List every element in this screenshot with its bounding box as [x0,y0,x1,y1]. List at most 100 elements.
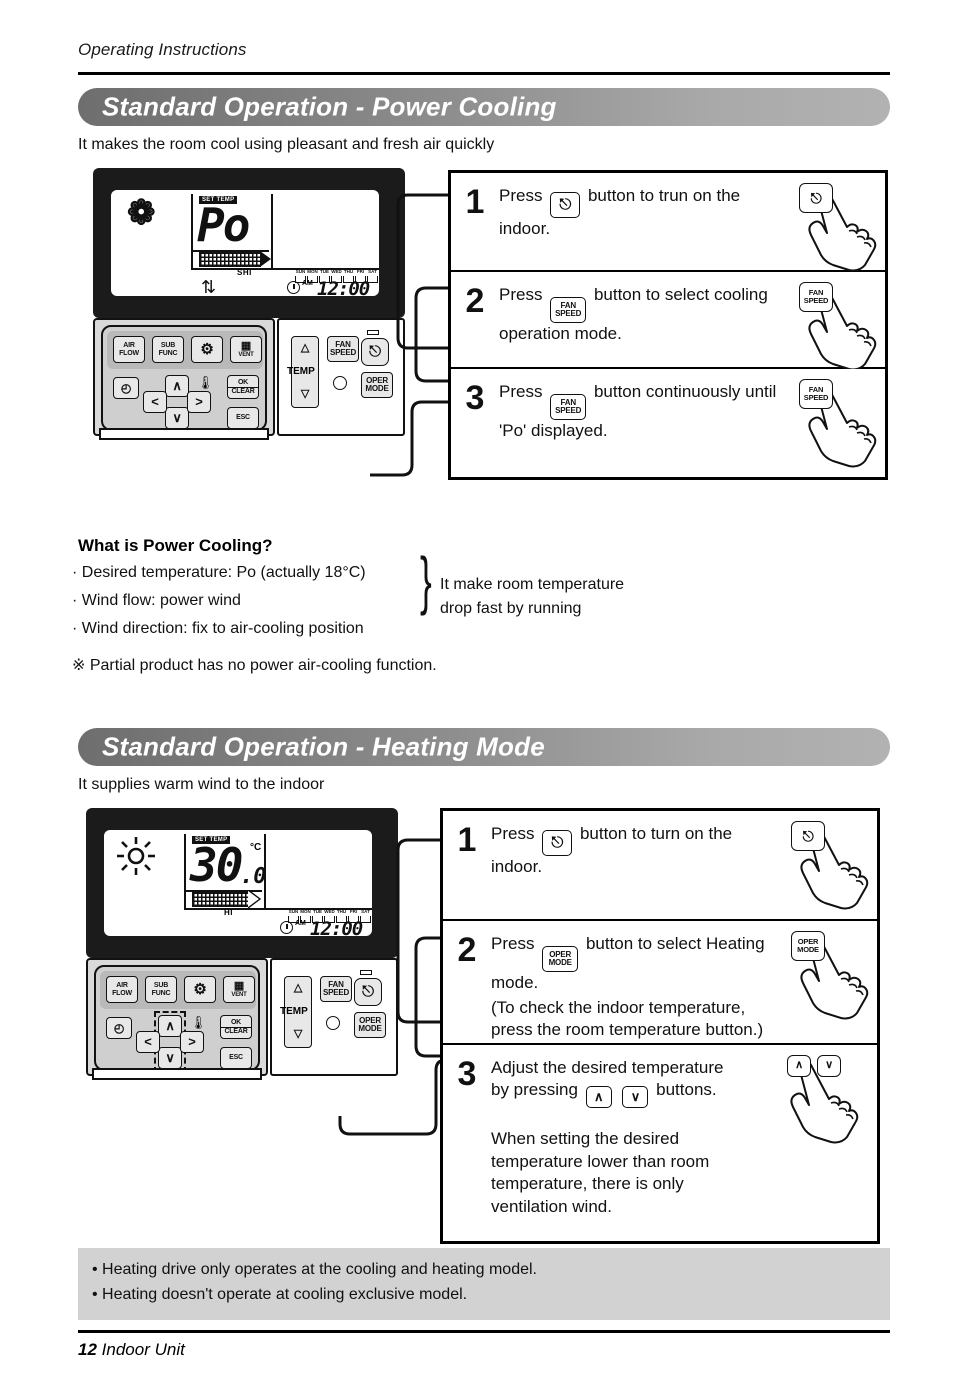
header-rule [78,72,890,75]
fan-speed-icon-button[interactable]: FAN SPEED [550,394,587,421]
sub-func-label-1: SUB [160,342,176,350]
temp-up-arrow[interactable]: △ [294,982,302,995]
ok-clear-button[interactable]: OK CLEAR [227,375,259,399]
keypad-left-inner: AIR FLOW SUB FUNC ⚙ ▦ VENT ◴ ∧ ∨ < > 🌡 O… [101,325,267,431]
brace-text-line-1: It make room temperature [440,576,625,593]
sun-icon [117,837,155,875]
air-flow-label-2: FLOW [119,349,139,357]
what-is-footnote: ※ Partial product has no power air-cooli… [72,657,437,674]
temp-down-arrow[interactable]: ▽ [294,1029,302,1041]
target-fan-speed-button[interactable]: FAN SPEED [799,379,833,409]
up-arrow-button[interactable]: ∧ [158,1015,182,1037]
step-hand-illustration: ⎋ [785,811,877,919]
target-oper-mode-button[interactable]: OPER MODE [791,931,825,961]
fan-speed-bar [199,252,261,267]
section-subtitle-heating-mode: It supplies warm wind to the indoor [78,776,325,793]
step-text: Press FAN SPEED button continuously unti… [499,369,793,477]
running-head: Operating Instructions [78,40,247,59]
left-arrow-button[interactable]: < [143,391,167,413]
step-text-extra: (To check the indoor temperature, press … [491,997,764,1040]
what-is-item: · Desired temperature: Po (actually 18°C… [72,564,366,581]
target-down-arrow-button[interactable]: ∨ [817,1055,841,1077]
step-text: Press ⎋ button to turn on the indoor. [491,811,785,919]
fan-speed-label-2: SPEED [555,309,582,319]
footer: 12 Indoor Unit [78,1340,185,1360]
vent-button[interactable]: ▦ VENT [223,976,255,1003]
temp-up-arrow[interactable]: △ [301,342,309,355]
down-arrow-icon-button[interactable]: ∨ [622,1086,649,1109]
day-label: SUN [288,909,299,914]
esc-button[interactable]: ESC [227,407,259,429]
sub-func-button[interactable]: SUB FUNC [152,336,184,363]
bottom-note-box: • Heating drive only operates at the coo… [78,1248,890,1320]
oper-mode-icon-button[interactable]: OPER MODE [542,946,579,973]
vent-icon: ▦ [240,339,252,352]
air-flow-button[interactable]: AIR FLOW [113,336,145,363]
ok-label: OK [237,379,249,387]
clear-label: CLEAR [221,1026,251,1035]
lcd-divider-1 [184,834,186,908]
day-label: MON [307,269,318,274]
section-title-text: Standard Operation - Power Cooling [102,91,557,122]
ok-clear-button[interactable]: OK CLEAR [220,1015,252,1039]
ok-label: OK [230,1019,242,1027]
right-arrow-button[interactable]: > [180,1031,204,1053]
right-arrow-button[interactable]: > [187,391,211,413]
section-title-power-cooling: Standard Operation - Power Cooling [78,88,890,126]
gear-icon-button[interactable]: ⚙ [184,976,216,1003]
target-fan-label-2: SPEED [803,296,829,305]
what-is-title: What is Power Cooling? [78,536,273,555]
remote-base-strip [99,428,269,440]
day-label: SUN [295,269,306,274]
steps-table-heating: 1 Press ⎋ button to turn on the indoor. … [440,808,880,1244]
timer-clock-button[interactable]: ◴ [113,377,139,399]
target-fan-speed-button[interactable]: FAN SPEED [799,282,833,312]
remote-base-strip [92,1068,262,1080]
esc-button[interactable]: ESC [220,1047,252,1069]
target-power-button[interactable]: ⎋ [799,183,833,213]
target-up-arrow-button[interactable]: ∧ [787,1055,811,1077]
down-arrow-button[interactable]: ∨ [158,1047,182,1069]
left-arrow-button[interactable]: < [136,1031,160,1053]
step-text-extra: When setting the desired temperature low… [491,1129,710,1216]
down-arrow-button[interactable]: ∨ [165,407,189,429]
brace-text: It make room temperature drop fast by ru… [440,573,624,621]
timer-clock-button[interactable]: ◴ [106,1017,132,1039]
temp-down-arrow[interactable]: ▽ [301,389,309,401]
step-text-line-1: Adjust the desired temperature [491,1058,724,1077]
air-flow-label-1: AIR [116,982,128,990]
power-icon-button[interactable]: ⎋ [550,191,581,218]
power-icon-button[interactable]: ⎋ [542,829,573,856]
day-label: TUE [313,909,322,914]
vent-button[interactable]: ▦ VENT [230,336,262,363]
fan-speed-icon-button[interactable]: FAN SPEED [550,297,587,324]
snowflake-icon: ❁ [127,194,156,232]
step-text-before: Press [499,186,543,205]
up-arrow-button[interactable]: ∧ [165,375,189,397]
vent-label: VENT [238,352,254,359]
clock-ampm: AM [302,280,313,287]
steps-table-cooling: 1 Press ⎋ button to trun on the indoor. … [448,170,888,480]
oper-mode-label-2: MODE [548,958,572,968]
footer-page-number: 12 [78,1340,97,1359]
day-label: TUE [320,269,329,274]
sub-func-button[interactable]: SUB FUNC [145,976,177,1003]
day-label: MON [300,909,311,914]
step-number: 1 [465,183,485,221]
step-text: Adjust the desired temperature by pressi… [491,1045,785,1241]
clock-ampm: AM [295,920,306,927]
step-hand-illustration: FAN SPEED [793,272,885,369]
step-text: Press OPER MODE button to select Heating… [491,921,785,1043]
step-text: Press ⎋ button to trun on the indoor. [499,173,793,270]
footer-label: Indoor Unit [101,1340,185,1359]
temp-label: TEMP [287,366,315,377]
gear-icon-button[interactable]: ⚙ [191,336,223,363]
sub-func-label-2: FUNC [151,989,171,997]
step-number: 2 [457,931,477,969]
temp-label: TEMP [280,1006,308,1017]
target-power-button[interactable]: ⎋ [791,821,825,851]
up-arrow-icon-button[interactable]: ∧ [585,1086,612,1109]
step-text-before: Press [499,382,543,401]
air-flow-button[interactable]: AIR FLOW [106,976,138,1003]
footer-rule [78,1330,890,1333]
